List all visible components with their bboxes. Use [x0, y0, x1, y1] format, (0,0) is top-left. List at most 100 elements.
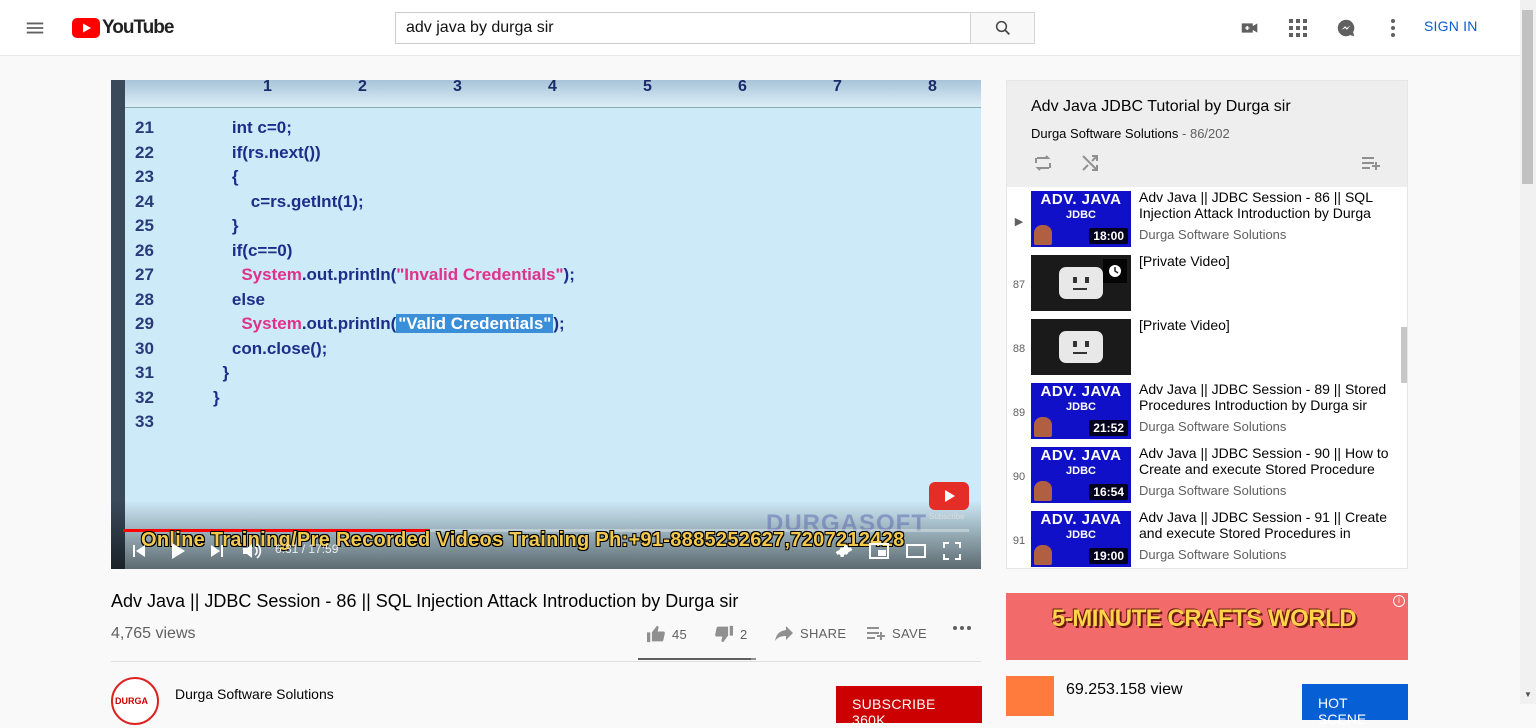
shuffle-icon[interactable]	[1080, 153, 1100, 173]
save-label: SAVE	[892, 625, 927, 641]
more-actions-icon[interactable]	[952, 625, 972, 631]
code-line: 24 c=rs.getInt(1);	[135, 192, 364, 212]
playlist-index: 87	[1012, 279, 1026, 291]
video-thumbnail[interactable]: ADV. JAVA JDBC 16:54	[1031, 447, 1131, 503]
code-line: 31 }	[135, 363, 229, 383]
sign-in-button[interactable]: SIGN IN	[1424, 18, 1478, 34]
line-number: 26	[135, 240, 154, 260]
ruler-number: 8	[928, 80, 937, 95]
thumb-title: ADV. JAVA	[1040, 447, 1122, 464]
theater-mode-icon[interactable]	[905, 541, 927, 561]
ruler-number: 4	[548, 80, 557, 95]
search-input[interactable]	[395, 12, 971, 44]
video-title: Adv Java || JDBC Session - 86 || SQL Inj…	[111, 591, 739, 611]
playlist-item[interactable]: 89 ADV. JAVA JDBC 21:52 Adv Java || JDBC Ses…	[1007, 381, 1401, 445]
time-display: 6:31 / 17:59	[275, 542, 339, 556]
presenter-photo	[1034, 481, 1052, 501]
playlist-item-title: Adv Java || JDBC Session - 91 || Create …	[1139, 509, 1387, 541]
playlist-item-channel: Durga Software Solutions	[1139, 227, 1287, 242]
share-label: SHARE	[800, 625, 847, 641]
duration-badge: 21:52	[1089, 420, 1128, 436]
ruler-number: 3	[453, 80, 462, 95]
youtube-play-icon	[72, 18, 100, 38]
fullscreen-icon[interactable]	[941, 541, 963, 561]
share-arrow-icon	[775, 626, 793, 641]
channel-avatar[interactable]: DURGA	[111, 677, 159, 725]
code-line: 22 if(rs.next())	[135, 143, 321, 163]
playlist-index: 91	[1012, 535, 1026, 547]
volume-icon[interactable]	[241, 541, 263, 561]
playlist-item-channel: Durga Software Solutions	[1139, 483, 1287, 498]
video-thumbnail[interactable]: ADV. JAVA JDBC 21:52	[1031, 383, 1131, 439]
messages-icon[interactable]	[1334, 16, 1358, 40]
code-text: c=rs.getInt(1);	[213, 191, 364, 211]
playlist-header: Adv Java JDBC Tutorial by Durga sir Durg…	[1007, 81, 1407, 187]
playlist-item[interactable]: 91 ADV. JAVA JDBC 19:00 Adv Java || JDBC Ses…	[1007, 509, 1401, 568]
ad-cta-button[interactable]: HOT SCENE	[1302, 684, 1408, 727]
ad-info-icon[interactable]: i	[1393, 595, 1405, 607]
previous-icon[interactable]	[129, 541, 149, 561]
video-thumbnail[interactable]	[1031, 255, 1131, 311]
watch-later-clock-icon[interactable]	[1103, 259, 1127, 283]
hamburger-menu-icon[interactable]	[24, 17, 46, 39]
thumb-title: ADV. JAVA	[1040, 383, 1122, 400]
ruler-number: 5	[643, 80, 652, 95]
subscribe-button[interactable]: SUBSCRIBE 360K	[836, 686, 982, 728]
ad-thumbnail[interactable]	[1006, 676, 1054, 716]
code-text: int c=0;	[213, 118, 292, 137]
youtube-logo[interactable]: YouTube	[72, 17, 174, 39]
settings-gear-icon[interactable]	[833, 541, 855, 561]
create-video-icon[interactable]	[1238, 16, 1262, 40]
code-text: else	[213, 289, 265, 309]
share-button[interactable]: SHARE	[774, 625, 846, 641]
more-options-icon[interactable]	[1381, 16, 1405, 40]
video-player[interactable]: 12345678 21 int c=0; 22 if(rs.next()) 23 {…	[111, 80, 981, 569]
channel-name[interactable]: Durga Software Solutions	[175, 686, 334, 702]
video-thumbnail[interactable]: ADV. JAVA JDBC 18:00	[1031, 191, 1131, 247]
play-icon[interactable]	[167, 541, 189, 561]
code-line: 27 System.out.println("Invalid Credentia…	[135, 265, 575, 284]
ad-banner[interactable]: 5-MINUTE CRAFTS WORLD i	[1006, 593, 1408, 660]
scroll-down-arrow-icon[interactable]: ▼	[1524, 690, 1532, 699]
line-number: 31	[135, 363, 154, 382]
save-button[interactable]: SAVE	[866, 625, 927, 641]
next-icon[interactable]	[207, 541, 227, 561]
playlist-item[interactable]: 90 ADV. JAVA JDBC 16:54 Adv Java || JDBC Ses…	[1007, 445, 1401, 509]
playlist-index: 90	[1012, 471, 1026, 483]
subscribe-watermark-label: Subscribe	[929, 512, 965, 521]
playlist-save-icon[interactable]	[1361, 153, 1381, 173]
playlist-title[interactable]: Adv Java JDBC Tutorial by Durga sir	[1031, 98, 1291, 116]
page-scrollbar-thumb[interactable]	[1522, 10, 1533, 184]
code-line: 33	[135, 412, 213, 432]
playlist-panel: Adv Java JDBC Tutorial by Durga sir Durg…	[1006, 80, 1408, 569]
ruler-number: 2	[358, 80, 367, 95]
like-button[interactable]: 45	[646, 625, 687, 643]
thumb-title: ADV. JAVA	[1040, 511, 1122, 528]
playlist-position: - 86/202	[1178, 126, 1230, 141]
miniplayer-icon[interactable]	[868, 541, 890, 561]
subscribe-watermark-icon[interactable]	[929, 482, 969, 510]
video-thumbnail[interactable]: ADV. JAVA JDBC 19:00	[1031, 511, 1131, 567]
playlist-item[interactable]: ▶ ADV. JAVA JDBC 18:00 Adv Java || JDBC Sess…	[1007, 189, 1401, 253]
thumb-subtitle: JDBC	[1066, 209, 1096, 221]
playlist-item-title: Adv Java || JDBC Session - 86 || SQL Inj…	[1139, 189, 1373, 221]
search-button[interactable]	[970, 12, 1035, 44]
playlist-item-channel: Durga Software Solutions	[1139, 419, 1287, 434]
thumb-subtitle: JDBC	[1066, 465, 1096, 477]
playlist-item-channel: Durga Software Solutions	[1139, 547, 1287, 562]
loop-icon[interactable]	[1033, 153, 1053, 173]
channel-avatar-text: DURGA	[115, 696, 148, 706]
video-thumbnail[interactable]	[1031, 319, 1131, 375]
playlist-channel[interactable]: Durga Software Solutions	[1031, 126, 1178, 141]
playlist-item[interactable]: 88 [Private Video]	[1007, 317, 1401, 381]
code-text: }	[213, 363, 230, 382]
playlist-scrollbar-thumb[interactable]	[1401, 327, 1407, 383]
playlist-item[interactable]: 87 [Private Video]	[1007, 253, 1401, 317]
code-text: if(c==0)	[213, 240, 293, 260]
apps-grid-icon[interactable]	[1286, 16, 1310, 40]
line-number: 24	[135, 191, 154, 211]
line-number: 25	[135, 216, 154, 235]
search-icon	[995, 20, 1010, 35]
dislike-button[interactable]: 2	[714, 625, 748, 643]
string-literal: "Invalid Credentials"	[396, 265, 564, 284]
